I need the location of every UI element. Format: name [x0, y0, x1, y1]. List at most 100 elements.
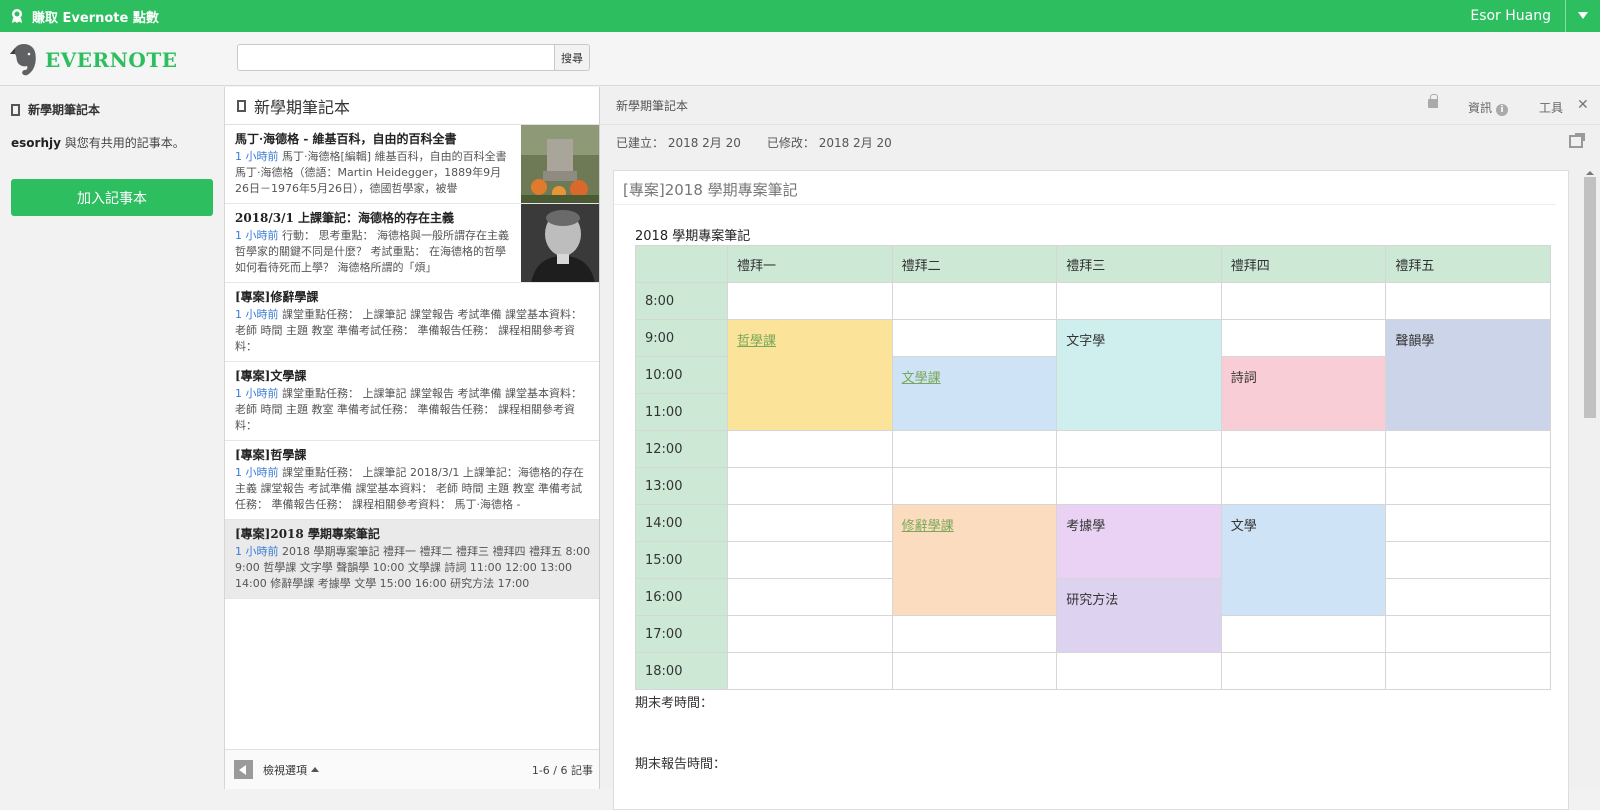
list-item-selected[interactable]: [專案]2018 學期專案筆記 1 小時前 2018 學期專案筆記 禮拜一 禮拜… [225, 520, 599, 599]
list-item[interactable]: [專案]哲學課 1 小時前 課堂重點任務： 上課筆記 2018/3/1 上課筆記… [225, 441, 599, 520]
evernote-logo[interactable]: EVERNOTE [9, 42, 177, 78]
table-cell [727, 578, 893, 616]
shared-suffix: 與您有共用的記事本。 [60, 136, 185, 150]
note-title: [專案]2018 學期專案筆記 [235, 527, 380, 541]
tools-button[interactable]: 工具 [1539, 99, 1563, 116]
note-snippet: 1 小時前 課堂重點任務： 上課筆記 課堂報告 考試準備 課堂基本資料： 老師 … [235, 386, 591, 434]
notebook-icon [237, 99, 246, 112]
top-bar: 賺取 Evernote 點數 Esor Huang [0, 0, 1600, 32]
user-name[interactable]: Esor Huang [1470, 0, 1565, 32]
class-cell: 詩詞 [1220, 356, 1387, 431]
day-header: 禮拜二 [891, 245, 1058, 283]
table-cell [727, 430, 893, 468]
note-snippet-text: 2018 學期專案筆記 禮拜一 禮拜二 禮拜三 禮拜四 禮拜五 8:00 9:0… [235, 545, 591, 590]
header: EVERNOTE 搜尋 [0, 32, 1600, 86]
table-cell [727, 615, 893, 653]
note-list-title: 新學期筆記本 [254, 97, 351, 117]
note-title: [專案]哲學課 [235, 448, 307, 462]
list-item[interactable]: 馬丁·海德格 - 維基百科，自由的百科全書 1 小時前 馬丁·海德格[編輯] 維… [225, 125, 599, 204]
scroll-up-icon[interactable] [1586, 171, 1594, 175]
scrollbar-thumb[interactable] [1584, 177, 1596, 418]
day-header: 禮拜三 [1056, 245, 1222, 283]
portrait-thumbnail-image [521, 204, 599, 282]
time-cell: 8:00 [635, 282, 728, 320]
table-cell [1385, 652, 1551, 690]
join-notebook-button[interactable]: 加入記事本 [11, 179, 213, 216]
close-icon[interactable]: ✕ [1577, 97, 1589, 113]
table-cell [891, 467, 1058, 505]
elephant-logo-icon [10, 44, 36, 76]
award-icon [12, 9, 22, 23]
note-list-header: 新學期筆記本 [225, 87, 599, 125]
note-snippet-text: 課堂重點任務： 上課筆記 課堂報告 考試準備 課堂基本資料： 老師 時間 主題 … [235, 308, 582, 353]
table-cell [1385, 467, 1551, 505]
time-cell: 10:00 [635, 356, 728, 394]
table-cell [727, 541, 893, 579]
account-menu-caret-icon[interactable] [1578, 12, 1588, 19]
class-cell: 考據學 [1056, 504, 1222, 579]
note-time: 1 小時前 [235, 545, 279, 558]
search-input[interactable] [237, 44, 555, 71]
class-link[interactable]: 哲學課 [737, 334, 776, 349]
table-cell [1056, 430, 1222, 468]
note-body[interactable]: [專案]2018 學期專案筆記 2018 學期專案筆記 禮拜一 禮拜二 禮拜三 … [613, 170, 1569, 810]
class-link[interactable]: 修辭學課 [902, 519, 954, 534]
list-item[interactable]: [專案]文學課 1 小時前 課堂重點任務： 上課筆記 課堂報告 考試準備 課堂基… [225, 362, 599, 441]
popout-icon[interactable] [1569, 133, 1585, 148]
class-cell: 哲學課 [727, 319, 893, 431]
table-cell [727, 467, 893, 505]
editor-notebook-name[interactable]: 新學期筆記本 [616, 97, 688, 114]
note-editor: 新學期筆記本 資訊 i 工具 ✕ 已建立： 2018 2月 20 已修改： 201… [600, 87, 1600, 810]
earn-points-link[interactable]: 賺取 Evernote 點數 [0, 7, 159, 26]
class-cell: 修辭學課 [891, 504, 1058, 616]
class-cell: 文學 [1220, 504, 1387, 616]
created-date: 已建立： 2018 2月 20 [616, 135, 741, 150]
table-cell [891, 430, 1058, 468]
sidebar: 新學期筆記本 esorhjy 與您有共用的記事本。 加入記事本 [0, 87, 225, 789]
class-cell: 研究方法 [1056, 578, 1222, 653]
table-cell [1220, 652, 1387, 690]
note-title: [專案]修辭學課 [235, 290, 319, 304]
note-snippet-text: 課堂重點任務： 上課筆記 課堂報告 考試準備 課堂基本資料： 老師 時間 主題 … [235, 387, 582, 432]
search-button[interactable]: 搜尋 [555, 44, 590, 71]
note-time: 1 小時前 [235, 150, 279, 163]
collapse-left-icon[interactable] [234, 760, 253, 779]
search-bar: 搜尋 [237, 44, 590, 71]
note-content[interactable]: 2018 學期專案筆記 禮拜一 禮拜二 禮拜三 禮拜四 禮拜五 8:00 9:0… [614, 205, 1568, 772]
table-cell [727, 652, 893, 690]
note-meta: 已建立： 2018 2月 20 已修改： 2018 2月 20 [600, 125, 1600, 159]
table-cell [1385, 504, 1551, 542]
view-options-button[interactable]: 檢視選項 [263, 762, 319, 778]
table-cell [891, 319, 1058, 357]
table-row: 16:00 研究方法 [635, 578, 1551, 653]
note-title: 2018/3/1 上課筆記：海德格的存在主義 [235, 211, 455, 225]
time-cell: 13:00 [635, 467, 728, 505]
notebook-icon [11, 103, 20, 116]
lock-icon[interactable] [1428, 94, 1438, 108]
class-link[interactable]: 文學課 [902, 371, 941, 386]
info-button[interactable]: 資訊 i [1468, 99, 1509, 116]
note-title-field[interactable]: [專案]2018 學期專案筆記 [614, 171, 1556, 205]
table-cell [1056, 652, 1222, 690]
list-item[interactable]: [專案]修辭學課 1 小時前 課堂重點任務： 上課筆記 課堂報告 考試準備 課堂… [225, 283, 599, 362]
table-cell [727, 504, 893, 542]
table-cell [1385, 615, 1551, 653]
table-row: 12:00 [635, 430, 1551, 468]
scrollbar[interactable] [1583, 171, 1597, 789]
class-cell: 文學課 [891, 356, 1058, 431]
note-snippet-text: 課堂重點任務： 上課筆記 2018/3/1 上課筆記：海德格的存在主義 課堂報告… [235, 466, 584, 511]
note-title: 馬丁·海德格 - 維基百科，自由的百科全書 [235, 132, 457, 146]
note-count: 1-6 / 6 記事 [531, 763, 593, 777]
list-item[interactable]: 2018/3/1 上課筆記：海德格的存在主義 1 小時前 行動： 思考重點： 海… [225, 204, 599, 283]
note-snippet: 1 小時前 2018 學期專案筆記 禮拜一 禮拜二 禮拜三 禮拜四 禮拜五 8:… [235, 544, 591, 592]
note-snippet: 1 小時前 馬丁·海德格[編輯] 維基百科，自由的百科全書 馬丁·海德格（德語：… [235, 149, 511, 197]
note-time: 1 小時前 [235, 229, 279, 242]
table-cell [1056, 467, 1222, 505]
note-snippet: 1 小時前 課堂重點任務： 上課筆記 課堂報告 考試準備 課堂基本資料： 老師 … [235, 307, 591, 355]
view-options-label: 檢視選項 [263, 763, 307, 777]
earn-points-label: 賺取 Evernote 點數 [32, 10, 159, 26]
note-list: 新學期筆記本 馬丁·海德格 - 維基百科，自由的百科全書 1 小時前 馬丁·海德… [225, 87, 600, 789]
schedule-table[interactable]: 禮拜一 禮拜二 禮拜三 禮拜四 禮拜五 8:00 9:00 哲學課 文字學 聲韻… [635, 245, 1551, 690]
notebook-heading: 新學期筆記本 [0, 87, 224, 118]
time-cell: 9:00 [635, 319, 728, 357]
